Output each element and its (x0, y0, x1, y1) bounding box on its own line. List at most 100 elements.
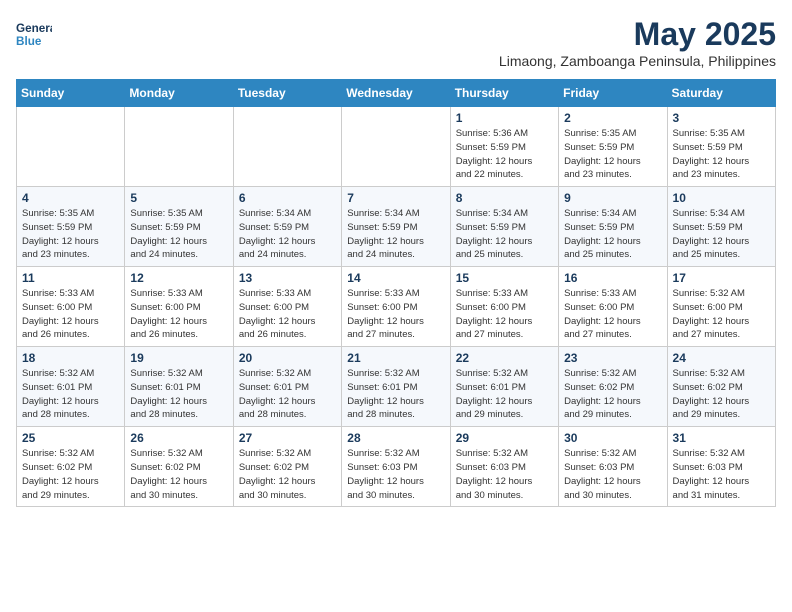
table-row: 4Sunrise: 5:35 AM Sunset: 5:59 PM Daylig… (17, 187, 125, 267)
day-number: 27 (239, 431, 336, 445)
col-wednesday: Wednesday (342, 80, 450, 107)
day-info: Sunrise: 5:32 AM Sunset: 6:03 PM Dayligh… (673, 447, 770, 502)
day-number: 31 (673, 431, 770, 445)
table-row: 27 Sunrise: 5:32 AM Sunset: 6:02 PM Dayli… (233, 427, 341, 507)
table-row: 5 Sunrise: 5:35 AM Sunset: 5:59 PM Daylig… (125, 187, 233, 267)
table-row: 18 Sunrise: 5:32 AM Sunset: 6:01 PM Dayli… (17, 347, 125, 427)
day-number: 30 (564, 431, 661, 445)
day-number: 8 (456, 191, 553, 205)
table-row: 21 Sunrise: 5:32 AM Sunset: 6:01 PM Dayli… (342, 347, 450, 427)
day-number: 13 (239, 271, 336, 285)
day-info: Sunrise: 5:34 AM Sunset: 5:59 PM Dayligh… (239, 207, 336, 262)
day-info: Sunrise: 5:35 AM Sunset: 5:59 PM Dayligh… (564, 127, 661, 182)
table-row: 9 Sunrise: 5:34 AM Sunset: 5:59 PM Daylig… (559, 187, 667, 267)
day-info: Sunrise: 5:35 AM Sunset: 5:59 PM Dayligh… (130, 207, 227, 262)
day-number: 28 (347, 431, 444, 445)
table-row: 10 Sunrise: 5:34 AM Sunset: 5:59 PM Dayli… (667, 187, 775, 267)
calendar-week-row: 18 Sunrise: 5:32 AM Sunset: 6:01 PM Dayli… (17, 347, 776, 427)
day-number: 2 (564, 111, 661, 125)
day-number: 9 (564, 191, 661, 205)
table-row: 22 Sunrise: 5:32 AM Sunset: 6:01 PM Dayli… (450, 347, 558, 427)
table-row (342, 107, 450, 187)
day-info: Sunrise: 5:32 AM Sunset: 6:00 PM Dayligh… (673, 287, 770, 342)
col-sunday: Sunday (17, 80, 125, 107)
day-number: 7 (347, 191, 444, 205)
table-row: 25 Sunrise: 5:32 AM Sunset: 6:02 PM Dayli… (17, 427, 125, 507)
table-row: 2 Sunrise: 5:35 AM Sunset: 5:59 PM Daylig… (559, 107, 667, 187)
table-row: 15 Sunrise: 5:33 AM Sunset: 6:00 PM Dayli… (450, 267, 558, 347)
table-row (233, 107, 341, 187)
col-tuesday: Tuesday (233, 80, 341, 107)
table-row: 14Sunrise: 5:33 AM Sunset: 6:00 PM Dayli… (342, 267, 450, 347)
col-friday: Friday (559, 80, 667, 107)
table-row: 29Sunrise: 5:32 AM Sunset: 6:03 PM Dayli… (450, 427, 558, 507)
day-number: 22 (456, 351, 553, 365)
day-number: 15 (456, 271, 553, 285)
table-row: 30Sunrise: 5:32 AM Sunset: 6:03 PM Dayli… (559, 427, 667, 507)
day-info: Sunrise: 5:32 AM Sunset: 6:01 PM Dayligh… (347, 367, 444, 422)
calendar-week-row: 4 Sunrise: 5:35 AM Sunset: 5:59 PM Daylig… (17, 187, 776, 267)
day-info: Sunrise: 5:32 AM Sunset: 6:02 PM Dayligh… (673, 367, 770, 422)
calendar-header-row: Sunday Monday Tuesday Wednesday Thursday… (17, 80, 776, 107)
col-thursday: Thursday (450, 80, 558, 107)
table-row: 7 Sunrise: 5:34 AM Sunset: 5:59 PM Daylig… (342, 187, 450, 267)
day-number: 17 (673, 271, 770, 285)
day-info: Sunrise: 5:34 AM Sunset: 5:59 PM Dayligh… (673, 207, 770, 262)
day-info: Sunrise: 5:33 AM Sunset: 6:00 PM Dayligh… (130, 287, 227, 342)
day-number: 29 (456, 431, 553, 445)
day-info: Sunrise: 5:33 AM Sunset: 6:00 PM Dayligh… (456, 287, 553, 342)
day-info: Sunrise: 5:34 AM Sunset: 5:59 PM Dayligh… (564, 207, 661, 262)
col-monday: Monday (125, 80, 233, 107)
day-number: 10 (673, 191, 770, 205)
page-header: General Blue May 2025 Limaong, Zamboanga… (16, 16, 776, 69)
title-block: May 2025 Limaong, Zamboanga Peninsula, P… (499, 16, 776, 69)
day-number: 23 (564, 351, 661, 365)
table-row: 19Sunrise: 5:32 AM Sunset: 6:01 PM Dayli… (125, 347, 233, 427)
calendar-subtitle: Limaong, Zamboanga Peninsula, Philippine… (499, 53, 776, 69)
day-number: 12 (130, 271, 227, 285)
table-row: 8 Sunrise: 5:34 AM Sunset: 5:59 PM Daylig… (450, 187, 558, 267)
day-info: Sunrise: 5:32 AM Sunset: 6:02 PM Dayligh… (239, 447, 336, 502)
day-number: 1 (456, 111, 553, 125)
day-number: 20 (239, 351, 336, 365)
day-info: Sunrise: 5:34 AM Sunset: 5:59 PM Dayligh… (347, 207, 444, 262)
table-row: 20 Sunrise: 5:32 AM Sunset: 6:01 PM Dayli… (233, 347, 341, 427)
day-info: Sunrise: 5:34 AM Sunset: 5:59 PM Dayligh… (456, 207, 553, 262)
svg-text:Blue: Blue (16, 35, 42, 48)
table-row: 11Sunrise: 5:33 AM Sunset: 6:00 PM Dayli… (17, 267, 125, 347)
day-info: Sunrise: 5:32 AM Sunset: 6:02 PM Dayligh… (22, 447, 119, 502)
day-number: 25 (22, 431, 119, 445)
day-number: 6 (239, 191, 336, 205)
day-number: 19 (130, 351, 227, 365)
calendar-week-row: 1 Sunrise: 5:36 AM Sunset: 5:59 PM Daylig… (17, 107, 776, 187)
day-number: 4 (22, 191, 119, 205)
day-info: Sunrise: 5:32 AM Sunset: 6:01 PM Dayligh… (456, 367, 553, 422)
table-row (17, 107, 125, 187)
table-row: 12 Sunrise: 5:33 AM Sunset: 6:00 PM Dayli… (125, 267, 233, 347)
day-info: Sunrise: 5:32 AM Sunset: 6:01 PM Dayligh… (239, 367, 336, 422)
day-info: Sunrise: 5:33 AM Sunset: 6:00 PM Dayligh… (347, 287, 444, 342)
calendar-week-row: 11 Sunrise: 5:33 AM Sunset: 6:00 PM Dayli… (17, 267, 776, 347)
svg-text:General: General (16, 22, 52, 35)
day-number: 3 (673, 111, 770, 125)
table-row (125, 107, 233, 187)
day-info: Sunrise: 5:32 AM Sunset: 6:01 PM Dayligh… (22, 367, 119, 422)
table-row: 13Sunrise: 5:33 AM Sunset: 6:00 PM Dayli… (233, 267, 341, 347)
day-info: Sunrise: 5:36 AM Sunset: 5:59 PM Dayligh… (456, 127, 553, 182)
table-row: 6 Sunrise: 5:34 AM Sunset: 5:59 PM Daylig… (233, 187, 341, 267)
day-info: Sunrise: 5:32 AM Sunset: 6:03 PM Dayligh… (347, 447, 444, 502)
table-row: 28 Sunrise: 5:32 AM Sunset: 6:03 PM Dayli… (342, 427, 450, 507)
day-number: 21 (347, 351, 444, 365)
day-number: 18 (22, 351, 119, 365)
day-number: 11 (22, 271, 119, 285)
calendar-title: May 2025 (499, 16, 776, 53)
table-row: 31 Sunrise: 5:32 AM Sunset: 6:03 PM Dayli… (667, 427, 775, 507)
table-row: 17 Sunrise: 5:32 AM Sunset: 6:00 PM Dayli… (667, 267, 775, 347)
day-number: 24 (673, 351, 770, 365)
day-number: 5 (130, 191, 227, 205)
calendar-table: Sunday Monday Tuesday Wednesday Thursday… (16, 79, 776, 507)
table-row: 24 Sunrise: 5:32 AM Sunset: 6:02 PM Dayli… (667, 347, 775, 427)
table-row: 3Sunrise: 5:35 AM Sunset: 5:59 PM Daylig… (667, 107, 775, 187)
table-row: 23Sunrise: 5:32 AM Sunset: 6:02 PM Dayli… (559, 347, 667, 427)
day-number: 26 (130, 431, 227, 445)
